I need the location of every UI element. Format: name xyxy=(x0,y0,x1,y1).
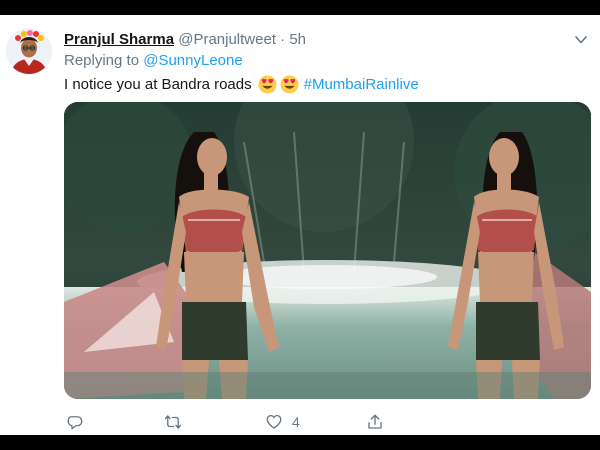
replying-to: Replying to @SunnyLeone xyxy=(64,52,243,69)
like-count: 4 xyxy=(292,414,300,430)
tweet-header: Pranjul Sharma @Pranjultweet · 5h xyxy=(64,30,306,50)
avatar-image xyxy=(6,28,52,74)
avatar[interactable] xyxy=(6,28,52,74)
retweet-action[interactable] xyxy=(164,413,191,431)
heart-eyes-emoji xyxy=(280,75,299,94)
heart-eyes-emoji xyxy=(258,75,277,94)
tweet-body: I notice you at Bandra roads xyxy=(64,76,252,93)
like-icon[interactable] xyxy=(265,413,283,431)
reply-action[interactable] xyxy=(66,413,93,431)
tweet-actions: 4 xyxy=(64,413,544,433)
tweet-text: I notice you at Bandra roads #MumbaiRain… xyxy=(64,75,419,94)
tweet-media[interactable] xyxy=(64,102,591,399)
retweet-icon[interactable] xyxy=(164,413,182,431)
share-action[interactable] xyxy=(366,413,393,431)
header-separator: · xyxy=(280,31,286,48)
like-action[interactable]: 4 xyxy=(265,413,300,431)
chevron-down-icon[interactable] xyxy=(574,33,588,47)
hashtag-link[interactable]: #MumbaiRainlive xyxy=(304,76,419,93)
tweet-card[interactable]: Pranjul Sharma @Pranjultweet · 5h Replyi… xyxy=(0,15,600,435)
share-icon[interactable] xyxy=(366,413,384,431)
reply-icon[interactable] xyxy=(66,413,84,431)
author-name[interactable]: Pranjul Sharma xyxy=(64,31,174,48)
tweet-timestamp[interactable]: 5h xyxy=(289,31,306,48)
media-image xyxy=(64,102,591,399)
reply-to-link[interactable]: @SunnyLeone xyxy=(143,52,242,69)
reply-prefix: Replying to xyxy=(64,52,140,69)
author-handle[interactable]: @Pranjultweet xyxy=(178,31,276,48)
